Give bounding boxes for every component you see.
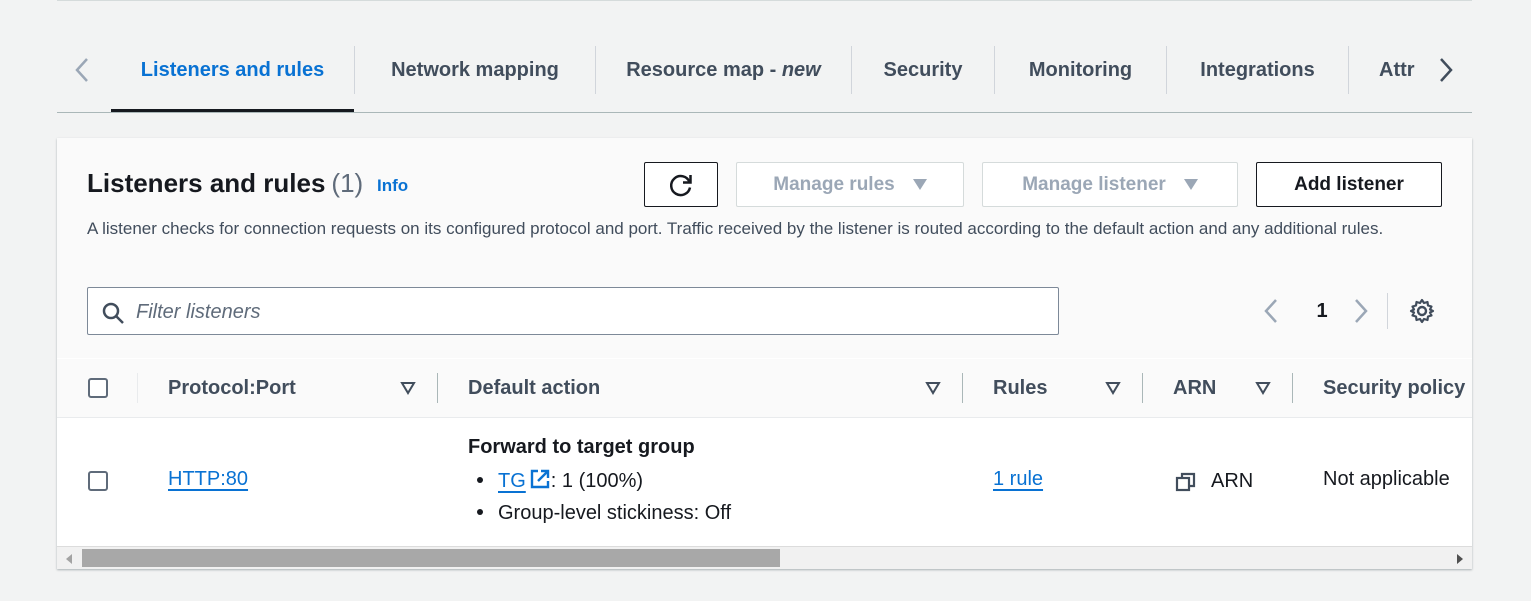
- column-label: Security policy: [1323, 376, 1466, 399]
- rules-link[interactable]: 1 rule: [993, 468, 1043, 491]
- target-group-link[interactable]: TG: [498, 470, 526, 492]
- sort-icon[interactable]: [1255, 381, 1271, 395]
- column-header-arn[interactable]: ARN: [1173, 359, 1216, 417]
- table-header: Protocol:Port Default action Rules ARN S…: [57, 359, 1472, 418]
- column-divider[interactable]: [1292, 373, 1293, 403]
- manage-rules-button[interactable]: Manage rules: [736, 162, 964, 207]
- target-group-list-item: TG : 1 (100%): [477, 468, 643, 493]
- tab-monitoring[interactable]: Monitoring: [995, 28, 1166, 112]
- row-checkbox[interactable]: [88, 471, 108, 491]
- sort-icon[interactable]: [925, 381, 941, 395]
- column-header-rules[interactable]: Rules: [993, 359, 1047, 417]
- top-divider: [57, 0, 1472, 1]
- tab-label: Network mapping: [391, 58, 559, 81]
- column-label: Rules: [993, 376, 1048, 399]
- new-badge-text: new: [781, 58, 821, 81]
- filter-listeners-input[interactable]: [134, 288, 1038, 336]
- tab-attributes[interactable]: Attr: [1349, 28, 1421, 112]
- tab-label: Monitoring: [1028, 58, 1133, 81]
- listeners-container: Listeners and rules (1) Info Manage rules…: [57, 138, 1472, 569]
- page-title: Listeners and rules (1): [87, 168, 363, 199]
- column-divider[interactable]: [962, 373, 963, 403]
- tabs-scroll-left-icon[interactable]: [57, 28, 107, 112]
- scrollbar-thumb[interactable]: [82, 549, 780, 567]
- gear-icon[interactable]: [1409, 298, 1435, 329]
- tab-integrations[interactable]: Integrations: [1167, 28, 1348, 112]
- tab-label: Integrations: [1200, 58, 1315, 81]
- column-divider[interactable]: [437, 373, 438, 403]
- tab-label: Listeners and rules: [140, 58, 325, 81]
- tab-label: Resource map -: [626, 58, 782, 81]
- table-row: HTTP:80 Forward to target group TG : 1 (1…: [57, 418, 1472, 546]
- scroll-right-arrow-icon[interactable]: [1457, 554, 1463, 564]
- copy-arn-button[interactable]: ARN: [1175, 470, 1253, 493]
- manage-listener-label: Manage listener: [1022, 173, 1166, 195]
- next-page-icon[interactable]: [1353, 298, 1369, 329]
- refresh-button[interactable]: [644, 162, 718, 207]
- external-link-icon[interactable]: [529, 468, 551, 490]
- tab-listeners-and-rules[interactable]: Listeners and rules: [111, 28, 354, 112]
- title-text: Listeners and rules: [87, 168, 326, 198]
- caret-down-icon: [1183, 179, 1198, 190]
- filter-box[interactable]: [87, 287, 1059, 336]
- tab-label: Security: [883, 58, 963, 81]
- security-policy-value: Not applicable: [1323, 468, 1450, 490]
- column-header-security-policy[interactable]: Security policy: [1323, 359, 1465, 417]
- target-group-weight: : 1 (100%): [550, 470, 644, 492]
- caret-down-icon: [912, 179, 927, 190]
- tab-label: Attr: [1379, 58, 1415, 81]
- column-header-protocol-port[interactable]: Protocol:Port: [168, 359, 296, 417]
- tab-bar-baseline: [57, 112, 1472, 113]
- listener-count: (1): [331, 168, 364, 198]
- info-link[interactable]: Info: [377, 176, 408, 196]
- listener-link[interactable]: HTTP:80: [168, 468, 248, 491]
- horizontal-scrollbar[interactable]: [57, 546, 1472, 569]
- pagination-divider: [1387, 293, 1388, 329]
- tab-security[interactable]: Security: [852, 28, 994, 112]
- previous-page-icon[interactable]: [1263, 298, 1279, 329]
- copy-icon: [1175, 472, 1196, 491]
- sort-icon[interactable]: [400, 381, 416, 395]
- sort-icon[interactable]: [1105, 381, 1121, 395]
- bullet: [477, 476, 483, 483]
- column-label: Protocol:Port: [168, 376, 296, 399]
- container-description: A listener checks for connection request…: [87, 219, 1384, 238]
- column-label: ARN: [1173, 376, 1217, 399]
- stickiness-text: Group-level stickiness: Off: [498, 502, 732, 524]
- refresh-icon: [669, 174, 692, 196]
- select-all-checkbox[interactable]: [88, 378, 108, 398]
- default-action-title: Forward to target group: [468, 436, 695, 458]
- scroll-left-arrow-icon[interactable]: [66, 554, 72, 564]
- manage-listener-button[interactable]: Manage listener: [982, 162, 1238, 207]
- stickiness-list-item: Group-level stickiness: Off: [477, 502, 731, 525]
- tabs-scroll-right-icon[interactable]: [1421, 28, 1471, 112]
- current-page-number[interactable]: 1: [1311, 298, 1333, 324]
- column-divider: [137, 373, 138, 403]
- column-label: Default action: [468, 376, 601, 399]
- search-icon: [102, 302, 124, 324]
- add-listener-button[interactable]: Add listener: [1256, 162, 1442, 207]
- column-header-default-action[interactable]: Default action: [468, 359, 600, 417]
- tab-resource-map[interactable]: Resource map - new: [596, 28, 851, 112]
- column-divider[interactable]: [1142, 373, 1143, 403]
- bullet: [477, 508, 483, 515]
- tab-bar: Listeners and rules Network mapping Reso…: [57, 28, 1472, 113]
- manage-rules-label: Manage rules: [773, 173, 895, 195]
- tab-network-mapping[interactable]: Network mapping: [355, 28, 595, 112]
- arn-label: ARN: [1211, 470, 1254, 492]
